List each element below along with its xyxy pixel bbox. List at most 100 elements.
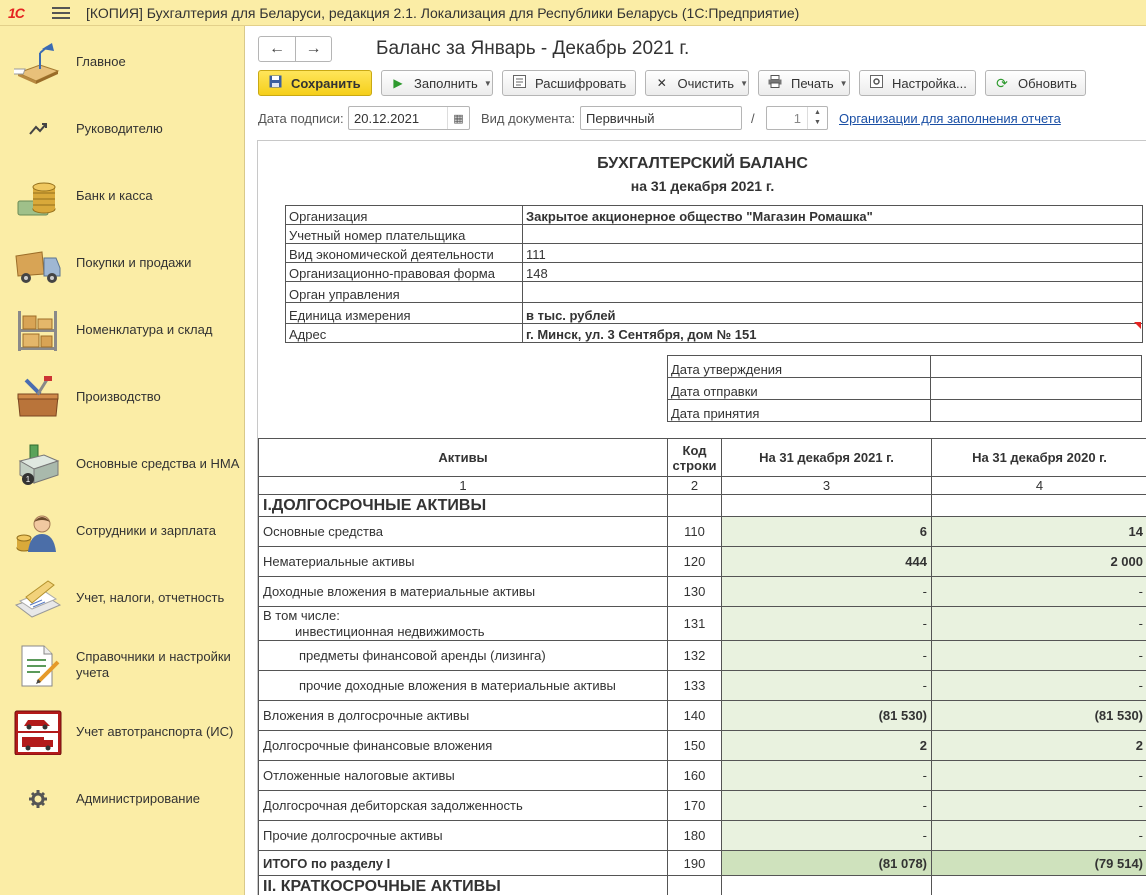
value-cell[interactable]: -: [721, 606, 932, 641]
sidebar-item-nomenclature-warehouse[interactable]: Номенклатура и склад: [0, 302, 245, 358]
table-row: предметы финансовой аренды (лизинга) 132…: [258, 640, 1146, 671]
calendar-icon[interactable]: ▦: [447, 107, 469, 129]
page-title: Баланс за Январь - Декабрь 2021 г.: [376, 38, 690, 59]
column-header-code: Код строки: [667, 438, 722, 477]
value-cell[interactable]: -: [931, 790, 1146, 821]
employee-icon: [16, 515, 56, 552]
value-cell[interactable]: -: [721, 640, 932, 671]
report-title: БУХГАЛТЕРСКИЙ БАЛАНС: [597, 155, 808, 172]
table-row: Нематериальные активы 120 444 2 000: [258, 546, 1146, 577]
vehicles-icon: [14, 710, 62, 755]
sidebar-item-administration[interactable]: Администрирование: [0, 771, 245, 827]
printer-icon: [767, 75, 783, 91]
sidebar-item-employees-salary[interactable]: Сотрудники и зарплата: [0, 503, 245, 559]
building-icon: 1: [18, 444, 60, 485]
total-value-cell[interactable]: (81 078): [721, 850, 932, 876]
save-button[interactable]: Сохранить: [258, 70, 372, 96]
sidebar-item-reference-settings[interactable]: Справочники и настройки учета: [0, 637, 245, 693]
sidebar-item-purchases-sales[interactable]: Покупки и продажи: [0, 235, 245, 291]
main-menu-icon[interactable]: [52, 6, 70, 19]
value-cell[interactable]: -: [931, 670, 1146, 701]
sidebar-item-accounting-taxes[interactable]: Учет, налоги, отчетность: [0, 570, 245, 626]
table-row: Вложения в долгосрочные активы 140 (81 5…: [258, 700, 1146, 731]
decode-button[interactable]: Расшифровать: [502, 70, 636, 96]
total-value-cell[interactable]: (79 514): [931, 850, 1146, 876]
table-row: прочие доходные вложения в материальные …: [258, 670, 1146, 701]
info-row: Адрес г. Минск, ул. 3 Сентября, дом № 15…: [285, 323, 1143, 343]
value-cell[interactable]: -: [721, 790, 932, 821]
organization-info-table: Организация Закрытое акционерное обществ…: [285, 205, 1143, 343]
table-row: Прочие долгосрочные активы 180 - -: [258, 820, 1146, 851]
settings-button[interactable]: Настройка...: [859, 70, 976, 96]
value-cell[interactable]: -: [721, 670, 932, 701]
print-button[interactable]: Печать ▼: [758, 70, 850, 96]
value-cell[interactable]: -: [721, 820, 932, 851]
info-row: Учетный номер плательщика: [285, 224, 1143, 244]
clear-button[interactable]: ✕ Очистить ▼: [645, 70, 749, 96]
value-cell[interactable]: -: [721, 760, 932, 791]
value-cell[interactable]: 2: [931, 730, 1146, 761]
truck-icon: [15, 251, 61, 283]
column-header-2021: На 31 декабря 2021 г.: [721, 438, 932, 477]
table-row: Долгосрочная дебиторская задолженность 1…: [258, 790, 1146, 821]
value-cell[interactable]: -: [931, 606, 1146, 641]
back-arrow-icon[interactable]: ←: [259, 37, 295, 61]
sign-date-label: Дата подписи:: [258, 111, 344, 126]
doc-kind-label: Вид документа:: [481, 111, 576, 126]
comment-marker-icon: [1134, 322, 1141, 329]
organizations-link[interactable]: Организации для заполнения отчета: [839, 111, 1061, 126]
section-title: I.ДОЛГОСРОЧНЫЕ АКТИВЫ: [258, 494, 668, 517]
forward-arrow-icon[interactable]: →: [295, 37, 331, 61]
column-header-2020: На 31 декабря 2020 г.: [931, 438, 1146, 477]
document-pencil-icon: [21, 645, 60, 687]
refresh-icon: ⟳: [996, 74, 1008, 91]
fill-button[interactable]: ▶ Заполнить ▼: [381, 70, 493, 96]
refresh-button[interactable]: ⟳ Обновить: [985, 70, 1086, 96]
trend-chart-icon: [29, 123, 47, 135]
sidebar-item-main[interactable]: Главное: [0, 34, 245, 90]
total-row: ИТОГО по разделу I 190 (81 078) (79 514): [258, 850, 1146, 876]
value-cell[interactable]: -: [931, 640, 1146, 671]
value-cell[interactable]: 14: [931, 516, 1146, 547]
sidebar-item-bank-cash[interactable]: Банк и касса: [0, 168, 245, 224]
sidebar-item-fixed-assets[interactable]: 1 Основные средства и НМА: [0, 436, 245, 492]
sign-date-field[interactable]: 20.12.2021 ▦: [348, 106, 470, 130]
section-heading-row: I.ДОЛГОСРОЧНЫЕ АКТИВЫ: [258, 494, 1146, 517]
toolbox-icon: [17, 376, 59, 417]
value-cell[interactable]: -: [721, 576, 932, 607]
value-cell[interactable]: 6: [721, 516, 932, 547]
date-row: Дата принятия: [667, 399, 1142, 422]
value-cell[interactable]: 2: [721, 730, 932, 761]
separator-slash: /: [751, 111, 755, 126]
sidebar-item-manager[interactable]: Руководителю: [0, 101, 245, 157]
sections-sidebar: Главное Руководителю Банк и касса Покупк…: [0, 26, 245, 895]
window-title: [КОПИЯ] Бухгалтерия для Беларуси, редакц…: [86, 4, 800, 21]
dropdown-caret-icon: ▼: [483, 78, 492, 88]
value-cell[interactable]: (81 530): [721, 700, 932, 731]
documents-icon: [14, 580, 62, 618]
date-row: Дата утверждения: [667, 355, 1142, 378]
sidebar-item-vehicles[interactable]: Учет автотранспорта (ИС): [0, 704, 245, 760]
correction-number-stepper[interactable]: 1 ▲ ▼: [766, 106, 828, 130]
dropdown-caret-icon: ▼: [839, 78, 848, 88]
organization-name-cell[interactable]: Закрытое акционерное общество "Магазин Р…: [522, 205, 1143, 225]
sidebar-item-production[interactable]: Производство: [0, 369, 245, 425]
report-subtitle: на 31 декабря 2021 г.: [630, 178, 775, 194]
info-row: Орган управления: [285, 281, 1143, 303]
play-icon: ▶: [393, 76, 403, 90]
report-icon: [511, 75, 527, 91]
coins-icon: [17, 182, 56, 216]
value-cell[interactable]: -: [931, 760, 1146, 791]
address-cell[interactable]: г. Минск, ул. 3 Сентября, дом № 151: [522, 323, 1143, 343]
stepper-arrows-icon[interactable]: ▲ ▼: [807, 107, 827, 129]
section-heading-row: II. КРАТКОСРОЧНЫЕ АКТИВЫ: [258, 875, 1146, 895]
table-row: Долгосрочные финансовые вложения 150 2 2: [258, 730, 1146, 761]
value-cell[interactable]: -: [931, 576, 1146, 607]
floppy-disk-icon: [267, 75, 283, 91]
doc-kind-field[interactable]: Первичный: [580, 106, 742, 130]
value-cell[interactable]: (81 530): [931, 700, 1146, 731]
column-header-assets: Активы: [258, 438, 668, 477]
value-cell[interactable]: 2 000: [931, 546, 1146, 577]
value-cell[interactable]: -: [931, 820, 1146, 851]
value-cell[interactable]: 444: [721, 546, 932, 577]
